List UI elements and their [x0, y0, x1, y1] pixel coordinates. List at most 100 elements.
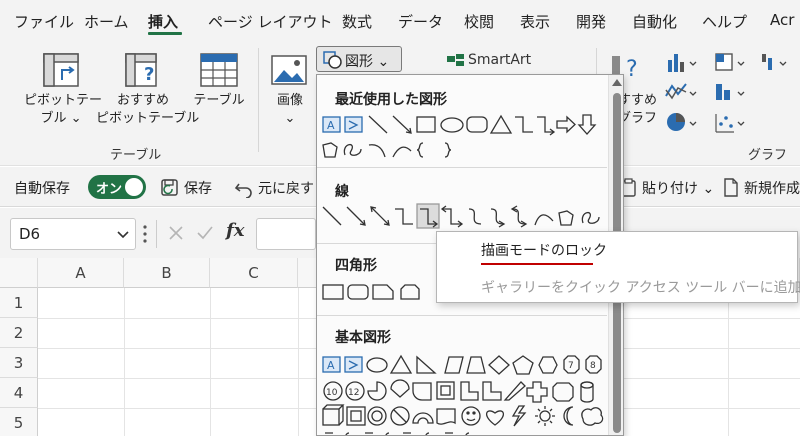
moon-shape — [563, 406, 574, 426]
paste-button[interactable]: 貼り付け ⌄ — [642, 178, 714, 198]
can-shape — [580, 381, 594, 403]
table-icon[interactable] — [198, 52, 240, 90]
vertical-text-box-shape — [344, 116, 363, 133]
more-options-icon[interactable] — [142, 224, 148, 244]
recommended-charts-label-line2: グラフ — [618, 111, 658, 126]
column-header-c[interactable]: C — [210, 258, 298, 288]
statistic-chart-icon — [716, 84, 745, 100]
scribble-shape — [581, 212, 600, 224]
grid-line — [728, 288, 729, 436]
picture-label[interactable]: 画像 — [268, 92, 312, 110]
teardrop-shape — [412, 382, 432, 401]
l-shape — [482, 381, 502, 401]
grid-line — [124, 288, 125, 436]
new-file-button[interactable]: 新規作成 — [744, 178, 800, 198]
scroll-up-icon[interactable] — [612, 79, 622, 86]
recommended-pivot-label-line1: おすすめ — [116, 93, 169, 108]
basic-shapes-rows: A 7 8 10 12 — [322, 354, 604, 435]
save-button[interactable]: 保存 — [184, 178, 212, 198]
svg-text:A: A — [327, 359, 335, 372]
select-all-corner[interactable] — [0, 258, 38, 288]
formula-input[interactable] — [256, 218, 316, 250]
row-header-3[interactable]: 3 — [0, 348, 38, 378]
elbow-connector-shape — [395, 208, 413, 225]
name-box-value: D6 — [19, 225, 41, 243]
curve-shape — [392, 146, 412, 158]
tab-review[interactable]: 校閲 — [464, 11, 494, 32]
curved-connector-shape — [468, 208, 482, 225]
row-header-1[interactable]: 1 — [0, 288, 38, 318]
grid-line — [298, 288, 299, 436]
smartart-icon[interactable] — [446, 53, 466, 69]
column-header-b[interactable]: B — [124, 258, 210, 288]
oval-shape — [440, 117, 464, 133]
section-recent-shapes: 最近使用した図形 — [335, 92, 447, 108]
tab-page-layout[interactable]: ページ レイアウト — [208, 11, 332, 32]
tab-data[interactable]: データ — [398, 11, 443, 32]
right-triangle-shape — [416, 355, 437, 374]
formula-bar-separator — [156, 220, 157, 248]
scatter-chart-icon — [715, 114, 745, 133]
vertical-text-box-shape — [344, 356, 363, 373]
plaque-shape — [552, 382, 574, 402]
chart-types-gallery[interactable] — [664, 48, 800, 142]
active-tab-indicator — [148, 32, 182, 35]
toggle-knob — [125, 178, 143, 196]
cancel-icon[interactable] — [168, 225, 184, 241]
tab-home[interactable]: ホーム — [84, 11, 129, 32]
line-shape — [322, 206, 342, 226]
name-box[interactable]: D6 — [10, 218, 136, 250]
autosave-toggle[interactable]: オン — [88, 175, 146, 199]
recommended-pivot-icon[interactable]: ? — [122, 52, 164, 90]
row-header-5[interactable]: 5 — [0, 408, 38, 436]
tab-help[interactable]: ヘルプ — [702, 11, 747, 32]
column-header-a[interactable]: A — [38, 258, 124, 288]
context-menu: 描画モードのロック ギャラリーをクイック アクセス ツール バーに追加(A) — [436, 231, 800, 303]
table-label[interactable]: テーブル — [190, 92, 248, 110]
new-file-icon[interactable] — [722, 178, 740, 198]
tab-formulas[interactable]: 数式 — [342, 11, 372, 32]
tab-view[interactable]: 表示 — [520, 11, 550, 32]
recommended-charts-label[interactable]: すすめ グラフ — [618, 92, 658, 128]
hierarchy-chart-icon — [715, 53, 745, 71]
pivot-table-label-line1: ピボットテー — [24, 93, 103, 108]
undo-button[interactable]: 元に戻す — [258, 178, 314, 198]
row-header-2[interactable]: 2 — [0, 318, 38, 348]
svg-text:?: ? — [626, 57, 638, 82]
tab-insert[interactable]: 挿入 — [148, 11, 178, 32]
recommended-pivot-label[interactable]: おすすめ ピボットテーブル — [96, 92, 199, 128]
pivot-table-label-line2: ブル ⌄ — [40, 111, 82, 126]
chevron-down-icon[interactable] — [117, 230, 129, 240]
picture-chevron[interactable]: ⌄ — [268, 110, 312, 128]
pivot-table-icon[interactable] — [40, 52, 82, 90]
enter-check-icon[interactable] — [196, 225, 214, 241]
shapes-button[interactable]: 図形 ⌄ — [316, 46, 402, 72]
cross-shape — [526, 381, 548, 403]
down-arrow-shape — [577, 114, 597, 135]
sun-shape — [539, 410, 551, 422]
arc-shape — [368, 144, 386, 158]
tab-developer[interactable]: 開発 — [576, 11, 606, 32]
recommended-charts-label-line1: すすめ — [618, 93, 658, 108]
row-header-4[interactable]: 4 — [0, 378, 38, 408]
smartart-label[interactable]: SmartArt — [468, 52, 531, 68]
undo-icon[interactable] — [234, 178, 254, 198]
curve-shape — [534, 214, 554, 226]
pivot-table-label[interactable]: ピボットテー ブル ⌄ — [24, 92, 103, 128]
section-divider — [317, 167, 607, 168]
right-brace-shape — [444, 142, 452, 158]
tab-acrobat[interactable]: Acr — [770, 11, 794, 29]
shapes-icon — [323, 51, 342, 69]
pentagon-shape — [512, 355, 534, 375]
add-gallery-to-qat-item[interactable]: ギャラリーをクイック アクセス ツール バーに追加(A) — [481, 277, 800, 297]
half-frame-shape — [460, 381, 479, 401]
save-icon[interactable] — [160, 178, 180, 198]
charts-group-label: グラフ — [748, 148, 788, 163]
shapes-button-label: 図形 ⌄ — [345, 54, 390, 70]
lock-drawing-mode-item[interactable]: 描画モードのロック — [481, 240, 607, 260]
insert-function-button[interactable]: fx — [226, 220, 244, 241]
tab-automate[interactable]: 自動化 — [632, 11, 677, 32]
picture-icon[interactable] — [270, 54, 308, 88]
tab-file[interactable]: ファイル — [14, 11, 74, 32]
lines-row — [322, 203, 600, 229]
